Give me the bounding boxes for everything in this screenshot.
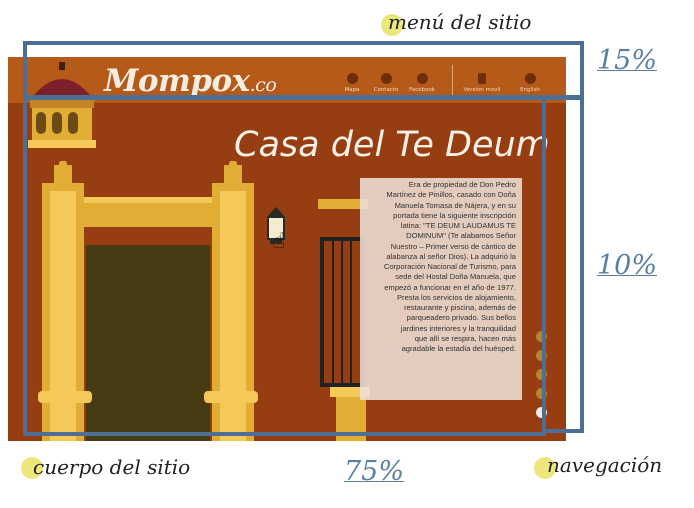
percent-top: 15%: [597, 45, 658, 76]
nav-frame: [542, 96, 584, 433]
menu-label: menú del sitio: [388, 10, 532, 34]
nav-label: navegación: [547, 453, 663, 477]
body-label: cuerpo del sitio: [33, 455, 191, 479]
percent-middle: 10%: [597, 250, 658, 281]
menu-frame: [23, 41, 584, 99]
body-frame: [23, 96, 546, 436]
percent-bottom: 75%: [344, 456, 405, 487]
